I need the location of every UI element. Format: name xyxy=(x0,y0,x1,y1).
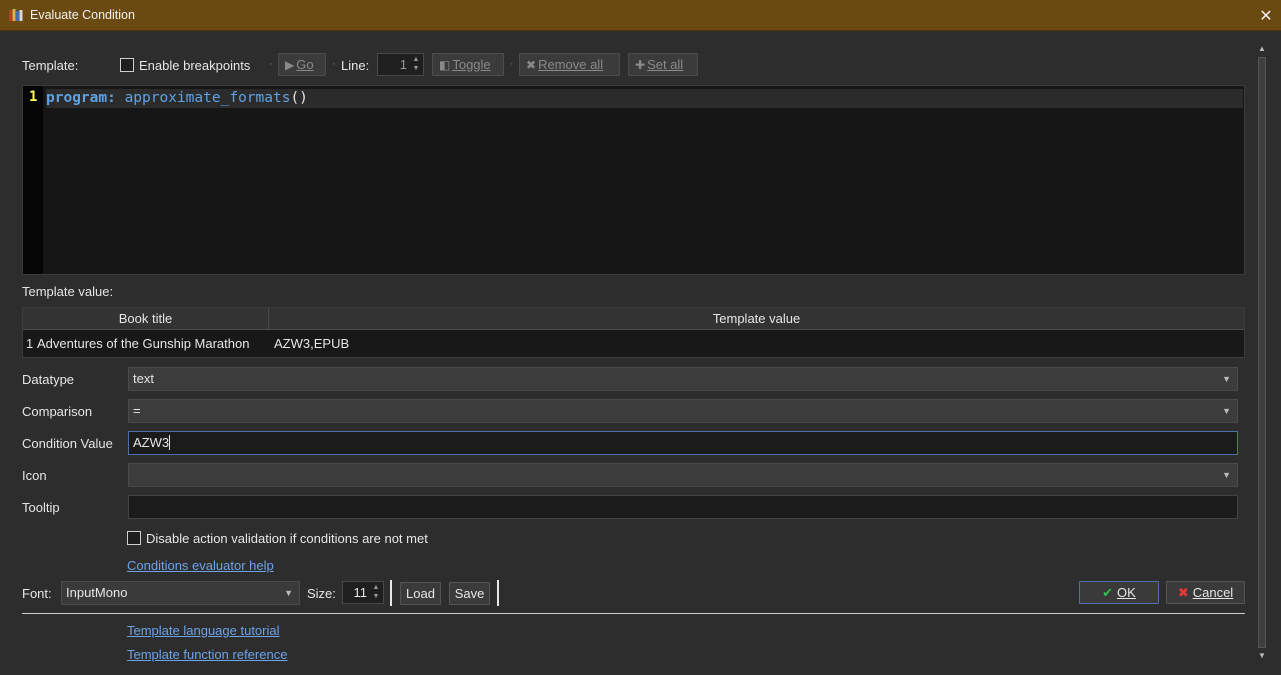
size-spinbox[interactable]: 11 ▲ ▼ xyxy=(342,581,384,604)
datatype-value: text xyxy=(133,371,154,386)
disable-validation-label[interactable]: Disable action validation if conditions … xyxy=(146,531,428,546)
size-spinbox-value: 11 xyxy=(353,585,368,600)
chevron-down-icon: ▼ xyxy=(1222,470,1231,480)
checkmark-icon: ✔ xyxy=(1102,584,1114,600)
plus-icon: ✚ xyxy=(635,57,646,72)
datatype-label: Datatype xyxy=(22,372,75,387)
template-value-label: Template value: xyxy=(22,284,114,299)
datatype-select[interactable]: text ▼ xyxy=(128,367,1238,391)
remove-all-button[interactable]: ✖ Remove all xyxy=(519,53,620,76)
row-index: 1 xyxy=(26,336,34,351)
toggle-button[interactable]: ◧ Toggle xyxy=(432,53,504,76)
comparison-label: Comparison xyxy=(22,404,93,419)
results-table[interactable]: Book title Template value 1 Adventures o… xyxy=(22,307,1245,358)
conditions-help-link[interactable]: Conditions evaluator help xyxy=(127,558,274,573)
line-spinbox-value: 1 xyxy=(399,57,407,72)
window-title: Evaluate Condition xyxy=(30,8,135,22)
enable-breakpoints-checkbox[interactable] xyxy=(120,58,134,72)
set-all-button[interactable]: ✚ Set all xyxy=(628,53,698,76)
divider xyxy=(497,580,499,606)
chevron-down-icon: ▼ xyxy=(1222,374,1231,384)
save-button[interactable]: Save xyxy=(449,582,490,605)
toolbar-separator: · xyxy=(332,58,336,70)
spin-arrows-icon[interactable]: ▲ ▼ xyxy=(371,583,381,601)
code-function: approximate_formats xyxy=(124,90,291,106)
comparison-value: = xyxy=(133,403,141,418)
divider xyxy=(390,580,392,606)
code-keyword: program: xyxy=(46,90,116,106)
scroll-up-icon[interactable]: ▲ xyxy=(1256,43,1268,55)
font-select[interactable]: InputMono ▼ xyxy=(61,581,300,605)
condition-value-input[interactable]: AZW3 xyxy=(128,431,1238,455)
scroll-down-icon[interactable]: ▼ xyxy=(1256,650,1268,662)
tooltip-input[interactable] xyxy=(128,495,1238,519)
disable-validation-checkbox[interactable] xyxy=(127,531,141,545)
play-icon: ▶ xyxy=(285,57,295,72)
go-button[interactable]: ▶ Go xyxy=(278,53,326,76)
font-value: InputMono xyxy=(66,585,128,600)
chevron-down-icon: ▼ xyxy=(284,588,293,598)
book-title-cell: Adventures of the Gunship Marathon xyxy=(37,336,250,351)
template-tutorial-link[interactable]: Template language tutorial xyxy=(127,623,280,638)
template-value-cell: AZW3,EPUB xyxy=(274,336,350,351)
condition-value-label: Condition Value xyxy=(22,436,113,451)
save-button-label: Save xyxy=(454,586,485,601)
size-label: Size: xyxy=(307,586,336,601)
comparison-select[interactable]: = ▼ xyxy=(128,399,1238,423)
line-number-gutter: 1 xyxy=(23,86,43,274)
cancel-button-label: Cancel xyxy=(1192,585,1234,600)
chevron-down-icon: ▼ xyxy=(1222,406,1231,416)
remove-all-label: Remove all xyxy=(538,57,604,72)
set-all-label: Set all xyxy=(647,57,684,72)
enable-breakpoints-label[interactable]: Enable breakpoints xyxy=(139,58,250,73)
line-label: Line: xyxy=(341,58,370,73)
horizontal-rule xyxy=(22,613,1245,614)
icon-label: Icon xyxy=(22,468,47,483)
ok-button-label: OK xyxy=(1117,585,1136,600)
title-bar: Evaluate Condition ✕ xyxy=(0,0,1281,31)
remove-icon: ✖ xyxy=(526,57,537,72)
ok-button[interactable]: ✔ OK xyxy=(1079,581,1159,604)
code-line[interactable]: program: approximate_formats() xyxy=(46,89,1243,108)
template-label: Template: xyxy=(22,58,79,73)
vertical-scrollbar[interactable]: ▲ ▼ xyxy=(1256,43,1268,662)
load-button[interactable]: Load xyxy=(400,582,441,605)
icon-select[interactable]: ▼ xyxy=(128,463,1238,487)
cancel-button[interactable]: ✖ Cancel xyxy=(1166,581,1245,604)
toggle-icon: ◧ xyxy=(439,57,451,72)
load-button-label: Load xyxy=(406,586,435,601)
spin-arrows-icon[interactable]: ▲ ▼ xyxy=(411,55,421,73)
tooltip-label: Tooltip xyxy=(22,500,60,515)
toggle-button-label: Toggle xyxy=(452,57,491,72)
column-header-template-value[interactable]: Template value xyxy=(269,308,1244,330)
scrollbar-thumb[interactable] xyxy=(1258,57,1266,648)
text-caret xyxy=(169,435,171,450)
table-header: Book title Template value xyxy=(23,308,1244,330)
condition-value-text: AZW3 xyxy=(133,435,170,450)
dialog-body: Template: Enable breakpoints · ▶ Go · Li… xyxy=(11,42,1257,664)
close-icon[interactable]: ✕ xyxy=(1251,0,1281,31)
go-button-label: Go xyxy=(296,57,314,72)
font-label: Font: xyxy=(22,586,52,601)
template-reference-link[interactable]: Template function reference xyxy=(127,647,287,662)
column-header-book-title[interactable]: Book title xyxy=(23,308,269,330)
line-spinbox[interactable]: 1 ▲ ▼ xyxy=(377,53,424,76)
toolbar-separator: · xyxy=(510,58,514,70)
line-number: 1 xyxy=(29,89,38,105)
calibre-books-icon xyxy=(9,9,23,21)
cancel-x-icon: ✖ xyxy=(1177,584,1189,600)
code-parens: () xyxy=(290,90,308,106)
template-editor[interactable]: 1 program: approximate_formats() xyxy=(22,85,1245,275)
toolbar-separator: · xyxy=(269,58,273,70)
